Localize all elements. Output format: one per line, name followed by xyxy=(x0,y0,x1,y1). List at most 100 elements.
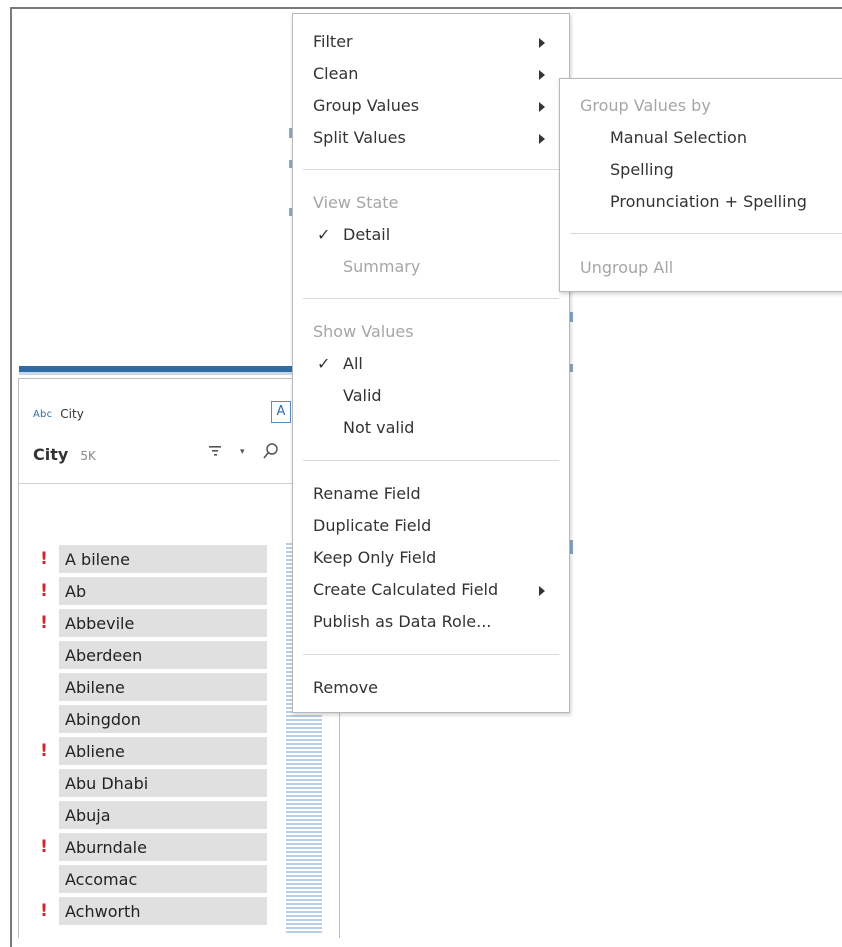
menu-item-label: Clean xyxy=(313,64,359,83)
menu-header-label: Show Values xyxy=(313,322,414,341)
field-title[interactable]: City xyxy=(33,445,68,464)
menu-separator xyxy=(570,233,842,234)
list-item[interactable]: ! A bilene xyxy=(19,545,339,577)
menu-item-label: Valid xyxy=(343,386,382,405)
value-label[interactable]: Abingdon xyxy=(59,705,267,733)
submenu-item-spelling[interactable]: Spelling xyxy=(560,154,842,186)
chevron-down-icon[interactable]: ▾ xyxy=(240,447,245,457)
menu-item-label: Not valid xyxy=(343,418,415,437)
menu-item-label: Ungroup All xyxy=(580,258,674,277)
chevron-right-icon xyxy=(539,70,545,80)
value-label[interactable]: Abuja xyxy=(59,801,267,829)
value-label[interactable]: Ab xyxy=(59,577,267,605)
list-item[interactable]: ! Abbevile xyxy=(19,609,339,641)
menu-header-view-state: View State xyxy=(293,187,569,219)
submenu-item-ungroup-all[interactable]: Ungroup All xyxy=(560,252,842,284)
value-list: ! A bilene! Ab! Abbevile Aberdeen Abilene Abin… xyxy=(19,545,339,929)
string-type-icon[interactable]: Abc xyxy=(33,409,52,420)
value-label[interactable]: Abbevile xyxy=(59,609,267,637)
menu-item-keep-only-field[interactable]: Keep Only Field xyxy=(293,542,569,574)
value-label[interactable]: Abilene xyxy=(59,673,267,701)
field-small-name: City xyxy=(60,407,84,421)
menu-header-show-values: Show Values xyxy=(293,316,569,348)
menu-header-label: View State xyxy=(313,193,399,212)
menu-separator xyxy=(303,654,559,655)
checkmark-icon: ✓ xyxy=(317,225,331,244)
value-label[interactable]: Aberdeen xyxy=(59,641,267,669)
menu-item-clean[interactable]: Clean xyxy=(293,58,569,90)
value-label[interactable]: Aburndale xyxy=(59,833,267,861)
list-item[interactable]: ! Abliene xyxy=(19,737,339,769)
menu-item-label: Spelling xyxy=(610,160,674,179)
checkmark-icon: ✓ xyxy=(317,354,331,373)
menu-item-split-values[interactable]: Split Values xyxy=(293,122,569,154)
menu-item-label: Split Values xyxy=(313,128,406,147)
canvas-fragment xyxy=(570,364,573,372)
menu-separator xyxy=(303,298,559,299)
menu-item-detail[interactable]: ✓ Detail xyxy=(293,219,569,251)
menu-item-label: Create Calculated Field xyxy=(313,580,499,599)
value-label[interactable]: Achworth xyxy=(59,897,267,925)
menu-item-label: Detail xyxy=(343,225,391,244)
list-item[interactable]: Accomac xyxy=(19,865,339,897)
divider xyxy=(19,483,339,484)
list-item[interactable]: Abuja xyxy=(19,801,339,833)
chevron-right-icon xyxy=(539,134,545,144)
menu-item-remove[interactable]: Remove xyxy=(293,672,569,704)
menu-item-publish-as-data-role[interactable]: Publish as Data Role... xyxy=(293,606,569,638)
data-role-icon[interactable]: A xyxy=(271,401,291,423)
list-item[interactable]: Abu Dhabi xyxy=(19,769,339,801)
menu-item-summary[interactable]: Summary xyxy=(293,251,569,283)
step-header-bar-shade xyxy=(19,372,319,375)
menu-header-label: Group Values by xyxy=(580,96,711,115)
value-label[interactable]: Abliene xyxy=(59,737,267,765)
field-header: City 5K xyxy=(33,445,96,464)
menu-item-label: Pronunciation + Spelling xyxy=(610,192,807,211)
list-item[interactable]: Abilene xyxy=(19,673,339,705)
menu-item-filter[interactable]: Filter xyxy=(293,26,569,58)
value-label[interactable]: A bilene xyxy=(59,545,267,573)
menu-item-label: Remove xyxy=(313,678,378,697)
menu-item-label: Rename Field xyxy=(313,484,421,503)
list-item[interactable]: ! Aburndale xyxy=(19,833,339,865)
menu-item-label: Duplicate Field xyxy=(313,516,432,535)
menu-separator xyxy=(303,460,559,461)
value-label[interactable]: Abu Dhabi xyxy=(59,769,267,797)
group-values-submenu: Group Values by Manual Selection Spellin… xyxy=(559,78,842,292)
menu-item-valid[interactable]: Valid xyxy=(293,380,569,412)
menu-item-label: All xyxy=(343,354,363,373)
search-icon[interactable] xyxy=(263,443,279,465)
menu-item-create-calculated-field[interactable]: Create Calculated Field xyxy=(293,574,569,606)
value-label[interactable]: Accomac xyxy=(59,865,267,893)
menu-item-label: Filter xyxy=(313,32,353,51)
menu-item-all[interactable]: ✓ All xyxy=(293,348,569,380)
chevron-right-icon xyxy=(539,38,545,48)
warning-icon: ! xyxy=(40,549,48,569)
menu-item-label: Group Values xyxy=(313,96,420,115)
warning-icon: ! xyxy=(40,901,48,921)
menu-item-label: Summary xyxy=(343,257,421,276)
list-item[interactable]: Abingdon xyxy=(19,705,339,737)
submenu-item-manual-selection[interactable]: Manual Selection xyxy=(560,122,842,154)
menu-item-duplicate-field[interactable]: Duplicate Field xyxy=(293,510,569,542)
chevron-right-icon xyxy=(539,102,545,112)
menu-item-label: Publish as Data Role... xyxy=(313,612,492,631)
menu-item-rename-field[interactable]: Rename Field xyxy=(293,478,569,510)
list-item[interactable]: ! Achworth xyxy=(19,897,339,929)
field-type-row: Abc City xyxy=(33,407,84,421)
warning-icon: ! xyxy=(40,741,48,761)
canvas-fragment xyxy=(570,540,573,554)
list-item[interactable]: ! Ab xyxy=(19,577,339,609)
submenu-header-group-values-by: Group Values by xyxy=(560,90,842,122)
list-item[interactable]: Aberdeen xyxy=(19,641,339,673)
menu-separator xyxy=(303,169,559,170)
sort-icon[interactable] xyxy=(209,445,223,461)
warning-icon: ! xyxy=(40,581,48,601)
menu-item-label: Keep Only Field xyxy=(313,548,437,567)
canvas-fragment xyxy=(570,312,573,322)
menu-item-not-valid[interactable]: Not valid xyxy=(293,412,569,444)
distinct-count: 5K xyxy=(80,449,96,463)
menu-item-group-values[interactable]: Group Values xyxy=(293,90,569,122)
warning-icon: ! xyxy=(40,837,48,857)
submenu-item-pronunciation-spelling[interactable]: Pronunciation + Spelling xyxy=(560,186,842,218)
